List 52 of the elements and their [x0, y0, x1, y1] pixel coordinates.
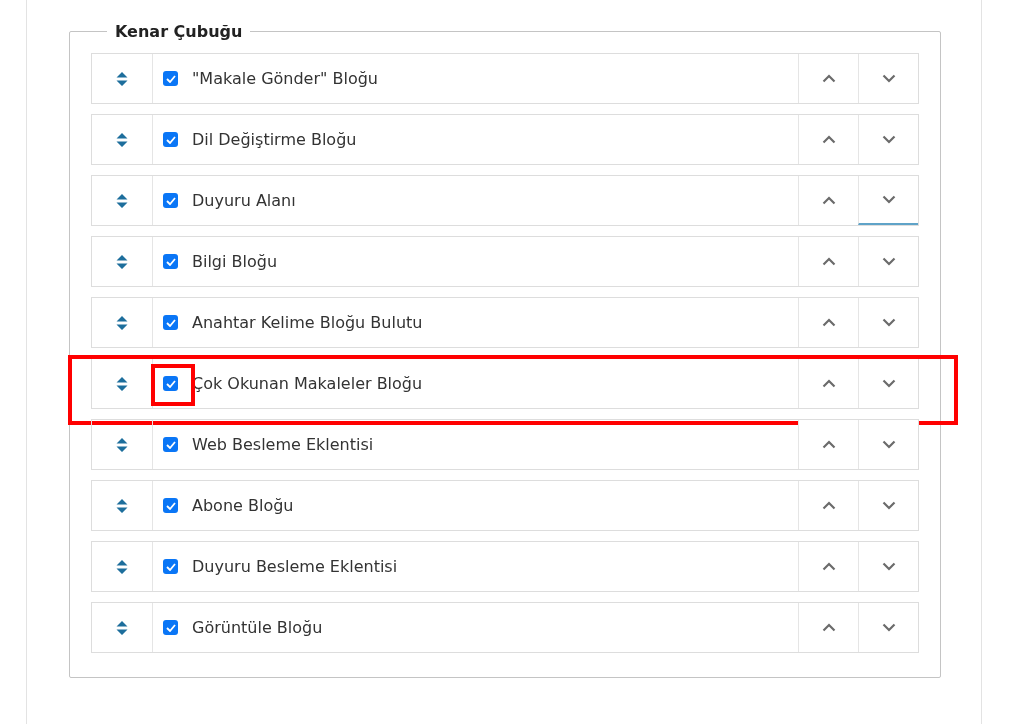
fieldset-legend: Kenar Çubuğu [107, 22, 251, 41]
move-down-button[interactable] [858, 176, 918, 225]
sort-arrows-icon [116, 70, 128, 87]
checkbox[interactable] [163, 132, 178, 147]
checkbox[interactable] [163, 620, 178, 635]
block-label: Duyuru Alanı [192, 191, 296, 210]
block-label: Bilgi Bloğu [192, 252, 278, 271]
chevron-up-icon [821, 74, 836, 83]
chevron-up-icon [821, 318, 836, 327]
sort-arrows-icon [116, 619, 128, 636]
chevron-down-icon [881, 501, 896, 510]
block-label: Web Besleme Eklentisi [192, 435, 374, 454]
block-label: "Makale Gönder" Bloğu [192, 69, 378, 88]
chevron-up-icon [821, 196, 836, 205]
checkbox[interactable] [163, 254, 178, 269]
chevron-up-icon [821, 257, 836, 266]
block-label: Abone Bloğu [192, 496, 294, 515]
checkbox[interactable] [163, 71, 178, 86]
sort-arrows-icon [116, 192, 128, 209]
checkbox[interactable] [163, 193, 178, 208]
block-label: Duyuru Besleme Eklentisi [192, 557, 398, 576]
chevron-down-icon [881, 135, 896, 144]
checkbox[interactable] [163, 376, 178, 391]
move-up-button[interactable] [798, 420, 858, 469]
chevron-down-icon [881, 440, 896, 449]
chevron-down-icon [881, 195, 896, 204]
checkbox[interactable] [163, 498, 178, 513]
chevron-up-icon [821, 440, 836, 449]
block-label: Dil Değiştirme Bloğu [192, 130, 357, 149]
checkbox[interactable] [163, 559, 178, 574]
sort-arrows-icon [116, 131, 128, 148]
chevron-up-icon [821, 135, 836, 144]
sort-arrows-icon [116, 436, 128, 453]
checkbox[interactable] [163, 437, 178, 452]
chevron-down-icon [881, 318, 896, 327]
chevron-up-icon [821, 562, 836, 571]
sort-arrows-icon [116, 497, 128, 514]
chevron-down-icon [881, 74, 896, 83]
chevron-down-icon [881, 257, 896, 266]
chevron-down-icon [881, 562, 896, 571]
block-label: Görüntüle Bloğu [192, 618, 323, 637]
block-label: Anahtar Kelime Bloğu Bulutu [192, 313, 423, 332]
checkbox[interactable] [163, 315, 178, 330]
sort-arrows-icon [116, 253, 128, 270]
sort-arrows-icon [116, 375, 128, 392]
chevron-up-icon [821, 623, 836, 632]
chevron-up-icon [821, 501, 836, 510]
chevron-down-icon [881, 379, 896, 388]
chevron-down-icon [881, 623, 896, 632]
sort-arrows-icon [116, 314, 128, 331]
sort-arrows-icon [116, 558, 128, 575]
chevron-up-icon [821, 379, 836, 388]
